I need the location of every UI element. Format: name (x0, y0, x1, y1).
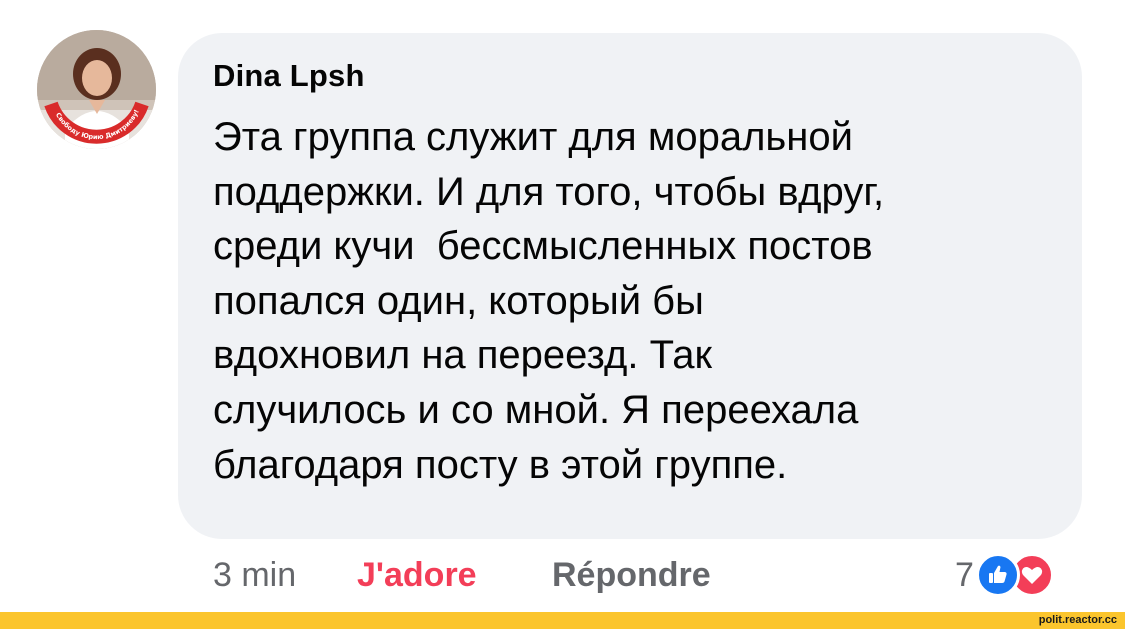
footer-bar (0, 612, 1125, 629)
avatar[interactable]: Свободу Юрию Дмитриеву! (37, 30, 156, 149)
comment-text-line: благодаря посту в этой группе. (213, 442, 788, 487)
comment-text: Эта группа служит для моральной поддержк… (213, 110, 1063, 492)
reply-button[interactable]: Répondre (552, 556, 711, 600)
comment-screenshot: Свободу Юрию Дмитриеву! Dina Lpsh Эта гр… (0, 0, 1125, 629)
reaction-count: 7 (955, 555, 974, 594)
comment-text-line: вдохновил на переезд. Так (213, 333, 712, 378)
comment-text-line: поддержки. И для того, чтобы вдруг, (213, 169, 885, 214)
reactions-summary[interactable]: 7 (955, 550, 1054, 600)
comment-author[interactable]: Dina Lpsh (213, 58, 365, 94)
comment-text-line: среди кучи бессмысленных постов (213, 224, 873, 269)
comment-text-line: Эта группа служит для моральной (213, 115, 853, 159)
comment-text-line: случилось и со мной. Я переехала (213, 387, 859, 432)
comment-text-line: попался один, который бы (213, 278, 704, 323)
like-button[interactable]: J'adore (357, 556, 477, 600)
thumbs-up-icon (975, 553, 1020, 597)
watermark: polit.reactor.cc (1038, 614, 1117, 626)
avatar-image: Свободу Юрию Дмитриеву! (37, 30, 156, 149)
comment-timestamp[interactable]: 3 min (213, 556, 296, 600)
